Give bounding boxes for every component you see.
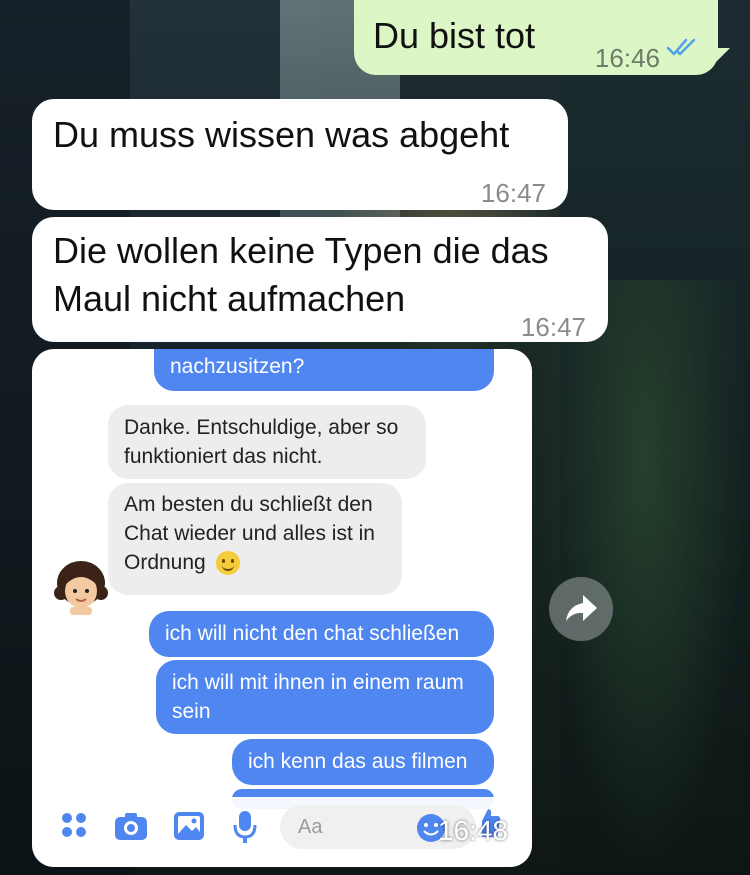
avatar xyxy=(54,561,108,615)
forward-button[interactable] xyxy=(549,577,613,641)
camera-icon xyxy=(115,813,147,840)
image-message-time: 16:48 xyxy=(437,815,508,846)
chat-bubble-sent: ich kenn das aus filmen xyxy=(232,739,494,785)
chat-bubble-sent: ich will mit ihnen in einem raum sein xyxy=(156,660,494,734)
chat-bubble-sent: nachzusitzen? xyxy=(154,349,494,391)
message-input-placeholder: Aa xyxy=(298,816,323,838)
message-text: Du bist tot xyxy=(373,15,536,56)
chat-bubble-received: Am besten du schließt den Chat wieder un… xyxy=(108,483,402,595)
mic-icon xyxy=(233,811,257,843)
slight-smile-emoji-icon xyxy=(215,551,240,576)
chat-bubble-received: Danke. Entschuldige, aber so funktionier… xyxy=(108,405,426,479)
message-time: 16:46 xyxy=(594,43,660,73)
apps-icon xyxy=(62,813,86,837)
message-incoming[interactable]: Die wollen keine Typen die das Maul nich… xyxy=(32,217,608,342)
read-ticks-icon xyxy=(666,38,696,56)
chat-bubble-sent: ich will nicht den chat schließen xyxy=(149,611,494,657)
forward-icon xyxy=(566,595,597,621)
image-message[interactable]: nachzusitzen? Danke. Entschuldige, aber … xyxy=(32,349,532,867)
message-time: 16:47 xyxy=(480,178,546,208)
message-outgoing[interactable]: Du bist tot 16:46 xyxy=(354,0,730,75)
message-incoming[interactable]: Du muss wissen was abgeht 16:47 xyxy=(32,99,568,210)
message-text: Die wollen keine Typen die das Maul nich… xyxy=(53,230,549,319)
message-time: 16:47 xyxy=(520,312,586,342)
gallery-icon xyxy=(174,812,204,840)
message-text: Du muss wissen was abgeht xyxy=(53,114,510,155)
chat-bubble-text: Am besten du schließt den Chat wieder un… xyxy=(124,493,375,574)
